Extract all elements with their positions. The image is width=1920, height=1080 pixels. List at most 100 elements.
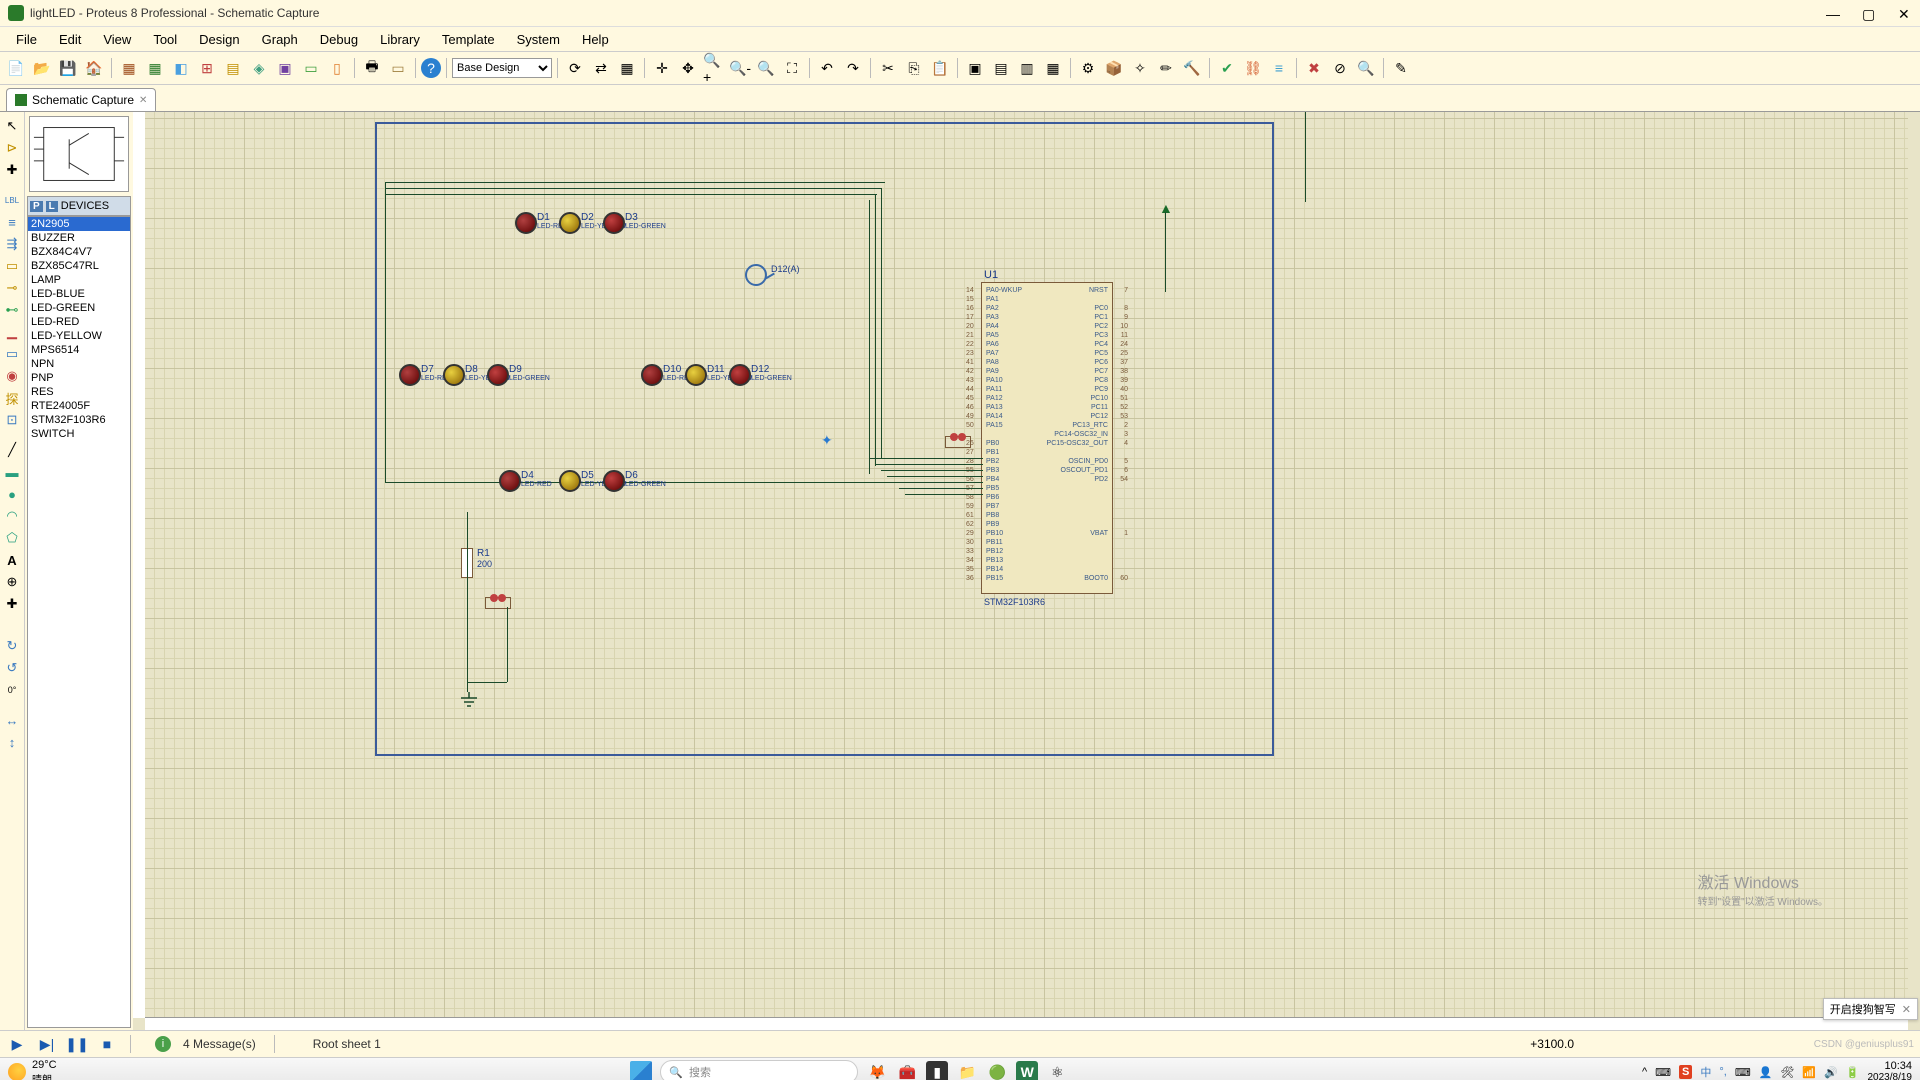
pan-icon[interactable]: ✥ [676,56,700,80]
led-d1[interactable]: D1LED-RED [515,212,537,234]
marker-tool-icon[interactable]: ✚ [2,594,22,614]
line-tool-icon[interactable]: ╱ [2,440,22,460]
led-d5[interactable]: D5LED-YELLOW [559,470,581,492]
device-row[interactable]: RTE24005F [28,399,130,413]
tray-battery-icon[interactable]: 🔋 [1846,1066,1860,1079]
stop-button[interactable]: ■ [96,1034,118,1054]
wire-label-icon[interactable]: ✏ [1154,56,1178,80]
device-row[interactable]: SWITCH [28,427,130,441]
arc-tool-icon[interactable]: ◠ [2,506,22,526]
symbol-tool-icon[interactable]: ⊕ [2,572,22,592]
step-button[interactable]: ▶| [36,1034,58,1054]
help-icon[interactable]: ? [421,58,441,78]
tray-volume-icon[interactable]: 🔊 [1824,1066,1838,1079]
close-proj-icon[interactable]: 🏠 [82,56,106,80]
pause-button[interactable]: ❚❚ [66,1034,88,1054]
exclude-icon[interactable]: ✖ [1302,56,1326,80]
code-icon[interactable]: ▣ [273,56,297,80]
ime-close-icon[interactable]: ✕ [1902,1003,1911,1016]
device-row[interactable]: PNP [28,371,130,385]
led-d7[interactable]: D7LED-RED [399,364,421,386]
menu-file[interactable]: File [6,30,47,49]
mirror-v-icon[interactable]: ↕ [2,732,22,752]
play-button[interactable]: ▶ [6,1034,28,1054]
minimize-button[interactable]: — [1826,6,1840,20]
pick-icon[interactable]: ⚙ [1076,56,1100,80]
gerber-icon[interactable]: ⊞ [195,56,219,80]
menu-template[interactable]: Template [432,30,505,49]
cut-icon[interactable]: ✂ [876,56,900,80]
led-d10[interactable]: D10LED-RED [641,364,663,386]
tab-close-icon[interactable]: ✕ [139,95,147,106]
device-row[interactable]: BZX85C47RL [28,259,130,273]
device-row[interactable]: MPS6514 [28,343,130,357]
3d-icon[interactable]: ◧ [169,56,193,80]
device-row[interactable]: LED-GREEN [28,301,130,315]
mirror-h-icon[interactable]: ↔ [2,710,22,730]
start-button[interactable] [630,1061,652,1080]
probe-tool-icon[interactable]: 探 [2,388,22,408]
junction-tool-icon[interactable]: ✚ [2,160,22,180]
print-icon[interactable]: 🖶 [360,56,384,80]
bus-tool-icon[interactable]: ⇶ [2,234,22,254]
switch-2[interactable] [945,436,971,448]
close-button[interactable]: ✕ [1898,6,1912,20]
undo-icon[interactable]: ↶ [815,56,839,80]
pcb-icon[interactable]: ▦ [143,56,167,80]
menu-view[interactable]: View [93,30,141,49]
zoom-in-icon[interactable]: 🔍+ [702,56,726,80]
tray-person-icon[interactable]: 👤 [1759,1066,1773,1079]
tray-dot-icon[interactable]: °, [1719,1066,1726,1078]
tab-schematic[interactable]: Schematic Capture ✕ [6,88,156,111]
graph-tool-icon[interactable]: ▁ [2,322,22,342]
rotate-cw-icon[interactable]: ↻ [2,636,22,656]
schematic-canvas[interactable]: ✦ D12(A) U1 STM32F103R6 PA0-WKUP14PA115P… [133,112,1920,1030]
subcircuit-icon[interactable]: ▭ [2,256,22,276]
pin-tool-icon[interactable]: ⊷ [2,300,22,320]
message-icon[interactable]: i [155,1036,171,1052]
circle-tool-icon[interactable]: ● [2,484,22,504]
device-row[interactable]: BUZZER [28,231,130,245]
led-d8[interactable]: D8LED-YELLOW [443,364,465,386]
box-tool-icon[interactable]: ▬ [2,462,22,482]
package-icon[interactable]: 📦 [1102,56,1126,80]
tray-keyboard-icon[interactable]: ⌨ [1735,1066,1751,1079]
bom-icon[interactable]: ▭ [299,56,323,80]
led-d2[interactable]: D2LED-YELLOW [559,212,581,234]
variant-select[interactable]: Base Design [452,58,552,78]
ime-popup[interactable]: 开启搜狗智写 ✕ [1823,998,1918,1020]
clock[interactable]: 10:34 2023/8/19 [1868,1060,1913,1080]
save-icon[interactable]: 💾 [56,56,80,80]
device-row[interactable]: LED-RED [28,315,130,329]
vsm-icon[interactable]: ◈ [247,56,271,80]
menu-debug[interactable]: Debug [310,30,368,49]
hammer-icon[interactable]: 🔨 [1180,56,1204,80]
origin-icon[interactable]: ✛ [650,56,674,80]
terminal-icon[interactable]: ⊸ [2,278,22,298]
noerc-icon[interactable]: ⊘ [1328,56,1352,80]
voltage-probe[interactable] [745,264,767,286]
text-tool-icon[interactable]: A [2,550,22,570]
taskbar-search[interactable]: 🔍 搜索 [660,1060,858,1080]
decompose-icon[interactable]: ✧ [1128,56,1152,80]
open-icon[interactable]: 📂 [30,56,54,80]
schematic-icon[interactable]: ▦ [117,56,141,80]
copy-icon[interactable]: ⎘ [902,56,926,80]
message-count[interactable]: 4 Message(s) [183,1037,256,1051]
led-d11[interactable]: D11LED-YELLOW [685,364,707,386]
block-copy-icon[interactable]: ▣ [963,56,987,80]
device-row[interactable]: 2N2905 [28,217,130,231]
tray-tool-icon[interactable]: 🛠 [1780,1066,1794,1079]
menu-system[interactable]: System [507,30,570,49]
led-d6[interactable]: D6LED-GREEN [603,470,625,492]
device-row[interactable]: LED-YELLOW [28,329,130,343]
path-tool-icon[interactable]: ⬠ [2,528,22,548]
device-row[interactable]: BZX84C4V7 [28,245,130,259]
taskbar-word[interactable]: W [1016,1061,1038,1080]
menu-design[interactable]: Design [189,30,249,49]
grid-icon[interactable]: ▦ [615,56,639,80]
paste-icon[interactable]: 📋 [928,56,952,80]
led-d12[interactable]: D12LED-GREEN [729,364,751,386]
led-d3[interactable]: D3LED-GREEN [603,212,625,234]
erc-icon[interactable]: ✔ [1215,56,1239,80]
